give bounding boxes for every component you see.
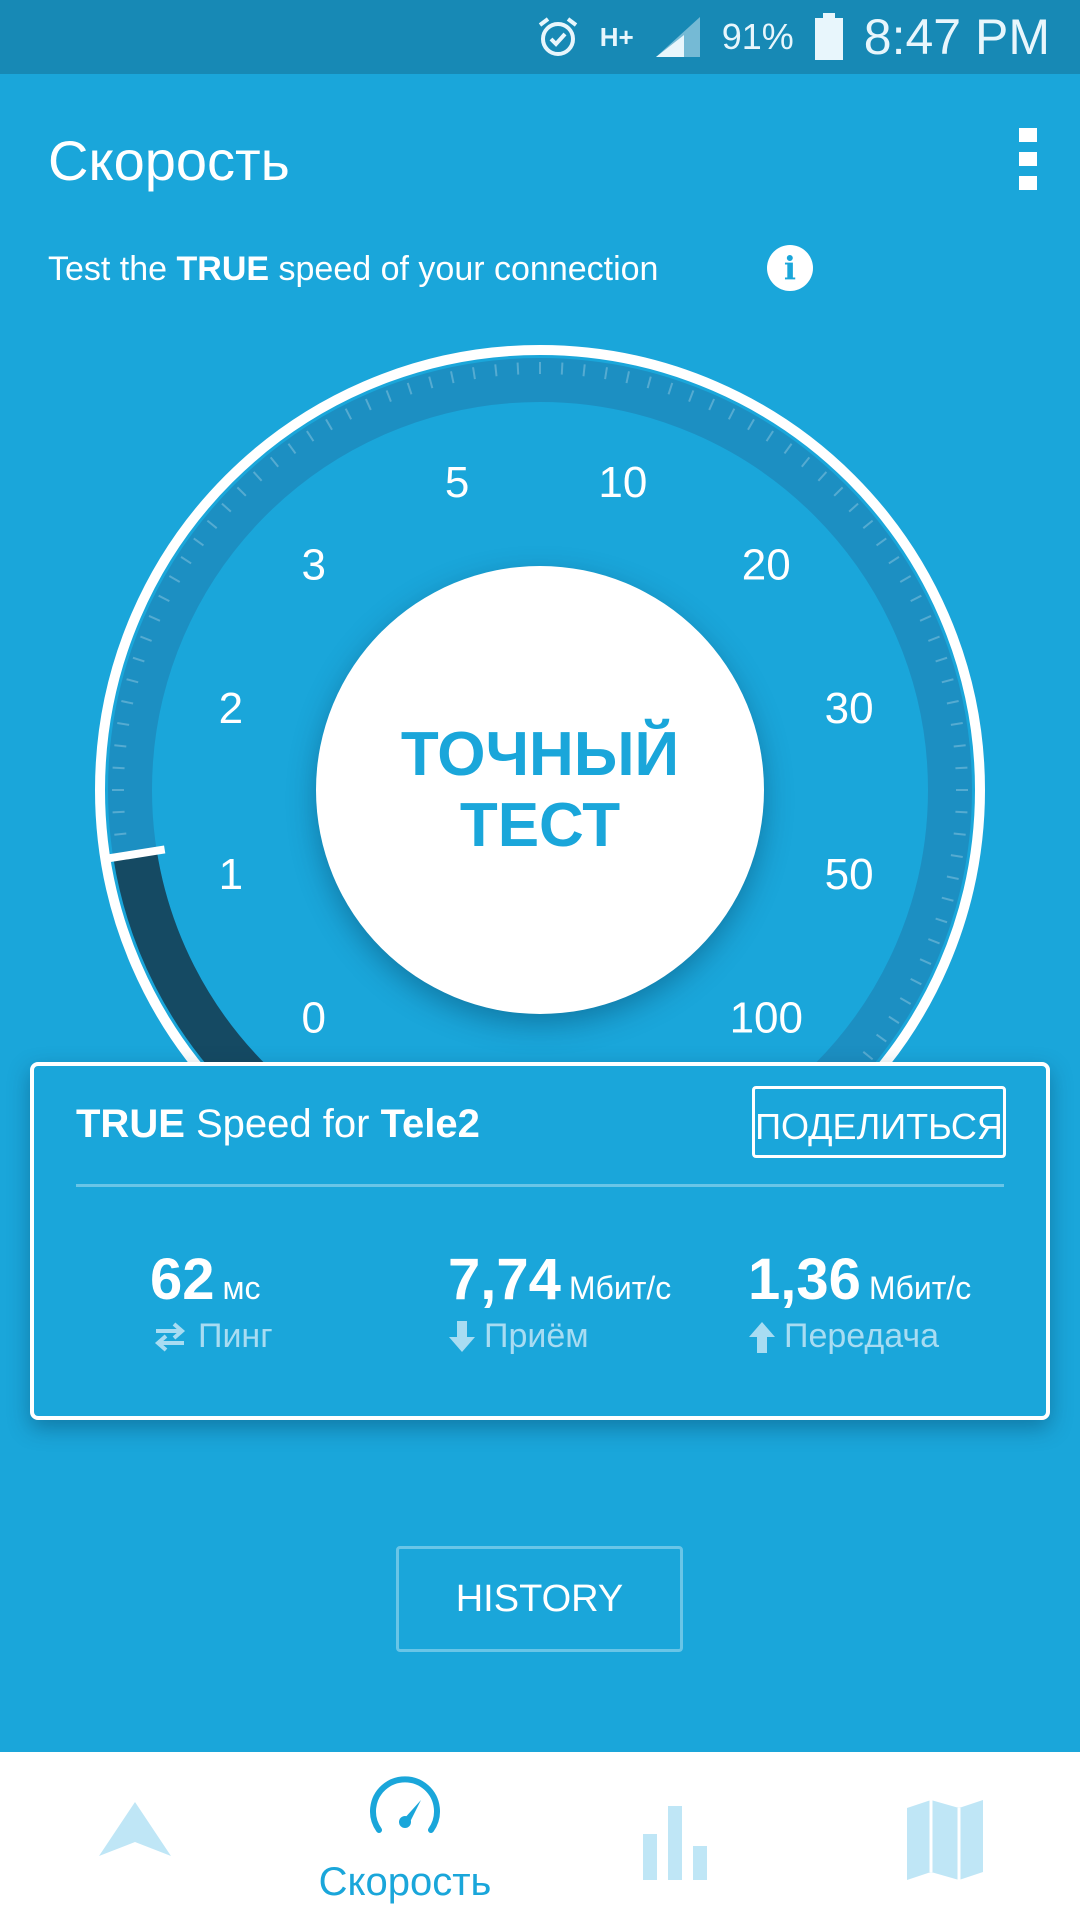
gauge-tick — [955, 810, 968, 814]
card-title: TRUE Speed for Tele2 — [76, 1102, 480, 1147]
history-button[interactable]: HISTORY — [396, 1546, 683, 1652]
gauge-tick — [112, 766, 125, 770]
gauge-scale-label: 20 — [742, 541, 791, 590]
download-arrow-icon — [449, 1320, 475, 1352]
speedometer-icon — [370, 1776, 440, 1833]
nav-item-map[interactable] — [810, 1752, 1080, 1920]
battery-percent: 91% — [721, 16, 794, 57]
subtitle: Test the TRUE speed of your connection — [48, 250, 658, 289]
gauge-scale-label: 3 — [301, 541, 325, 590]
upload-arrow-icon — [749, 1321, 775, 1353]
gauge-tick — [112, 810, 125, 814]
battery-icon — [814, 13, 843, 60]
upload-value: 1,36 — [748, 1247, 861, 1312]
card-title-true: TRUE — [76, 1102, 185, 1146]
overflow-menu-icon[interactable] — [1016, 128, 1040, 190]
gauge-scale-label: 5 — [445, 458, 469, 507]
result-card: TRUE Speed for Tele2 ПОДЕЛИТЬСЯ 62 мс Пин… — [30, 1062, 1050, 1420]
gauge-scale-label: 2 — [219, 684, 243, 733]
gauge-scale-label: 50 — [825, 850, 874, 899]
gauge-tick — [953, 832, 966, 836]
card-title-mid: Speed for — [184, 1102, 381, 1146]
share-button[interactable]: ПОДЕЛИТЬСЯ — [752, 1086, 1006, 1158]
upload-metric: 1,36 Мбит/с Передача — [748, 1246, 971, 1356]
upload-unit: Мбит/с — [868, 1270, 972, 1306]
start-test-button[interactable]: ТОЧНЫЙ ТЕСТ — [316, 566, 764, 1014]
page-title: Скорость — [48, 129, 290, 192]
download-value: 7,74 — [448, 1247, 561, 1312]
download-label: Приём — [484, 1317, 589, 1355]
gauge-scale-label: 10 — [598, 458, 647, 507]
gauge-scale-label: 0 — [301, 993, 325, 1042]
gauge-scale-label: 1 — [219, 850, 243, 899]
subtitle-text-end: speed of your connection — [269, 250, 659, 288]
gauge-tick — [953, 744, 966, 748]
ping-unit: мс — [222, 1270, 261, 1306]
download-metric: 7,74 Мбит/с Приём — [448, 1246, 671, 1356]
ping-label: Пинг — [198, 1317, 273, 1355]
subtitle-text-start: Test the — [48, 250, 177, 288]
gauge-tick — [582, 364, 586, 377]
card-divider — [76, 1184, 1004, 1187]
gauge-scale-label: 100 — [730, 993, 803, 1042]
ping-value: 62 — [150, 1247, 215, 1312]
status-bar: H+ 91% 8:47 PM — [0, 0, 1080, 74]
nav-item-speed[interactable]: Скорость — [270, 1752, 540, 1920]
navigation-arrow-icon — [99, 1802, 171, 1856]
subtitle-bold: TRUE — [176, 250, 270, 288]
gauge-tick — [560, 362, 564, 375]
bottom-navigation: Скорость — [0, 1752, 1080, 1920]
gauge-tick — [955, 766, 968, 770]
gauge-tick — [516, 362, 520, 375]
signal-icon — [655, 17, 700, 57]
gauge-tick — [114, 832, 127, 836]
ping-arrows-icon — [154, 1321, 186, 1352]
alarm-icon — [538, 17, 577, 56]
gauge-tick — [114, 744, 127, 748]
gauge-scale-label: 30 — [825, 684, 874, 733]
map-icon — [907, 1800, 983, 1880]
nav-item-navigation[interactable] — [0, 1752, 270, 1920]
ping-metric: 62 мс Пинг — [150, 1246, 273, 1356]
nav-item-stats[interactable] — [540, 1752, 810, 1920]
network-type: H+ — [599, 21, 634, 52]
info-icon[interactable]: i — [767, 245, 813, 291]
download-unit: Мбит/с — [568, 1270, 672, 1306]
clock: 8:47 PM — [863, 9, 1050, 65]
bar-chart-icon — [643, 1806, 707, 1880]
gauge-tick — [494, 364, 498, 377]
nav-label-speed: Скорость — [318, 1860, 492, 1904]
card-title-provider: Tele2 — [380, 1102, 480, 1146]
upload-label: Передача — [784, 1317, 940, 1355]
